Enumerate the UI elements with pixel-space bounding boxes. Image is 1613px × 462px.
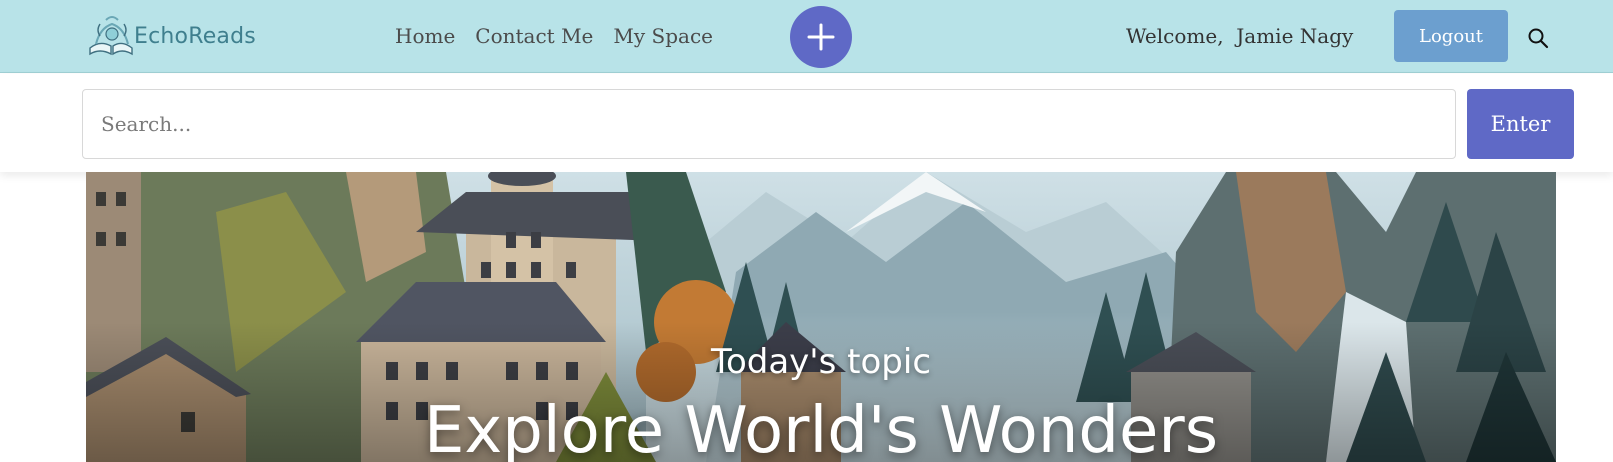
logout-button[interactable]: Logout [1394, 10, 1508, 62]
hero-banner: Today's topic Explore World's Wonders [86, 172, 1556, 462]
book-logo-icon [89, 16, 133, 56]
main-nav: Home Contact Me My Space [395, 22, 713, 50]
add-post-button[interactable] [790, 6, 852, 68]
search-icon[interactable] [1527, 27, 1549, 49]
search-bar: Enter [0, 74, 1613, 172]
brand-name: EchoReads [134, 23, 256, 49]
welcome-message: Welcome, Jamie Nagy [1126, 24, 1354, 48]
hero-title: Explore World's Wonders [423, 394, 1219, 462]
enter-button[interactable]: Enter [1467, 89, 1574, 159]
top-navbar: EchoReads Home Contact Me My Space Welco… [0, 0, 1613, 73]
brand-logo[interactable]: EchoReads [86, 14, 256, 58]
nav-my-space-link[interactable]: My Space [613, 22, 713, 50]
search-input[interactable] [82, 89, 1456, 159]
nav-home-link[interactable]: Home [395, 22, 455, 50]
plus-icon [807, 23, 835, 51]
hero-kicker: Today's topic [710, 342, 932, 382]
nav-contact-link[interactable]: Contact Me [475, 22, 593, 50]
